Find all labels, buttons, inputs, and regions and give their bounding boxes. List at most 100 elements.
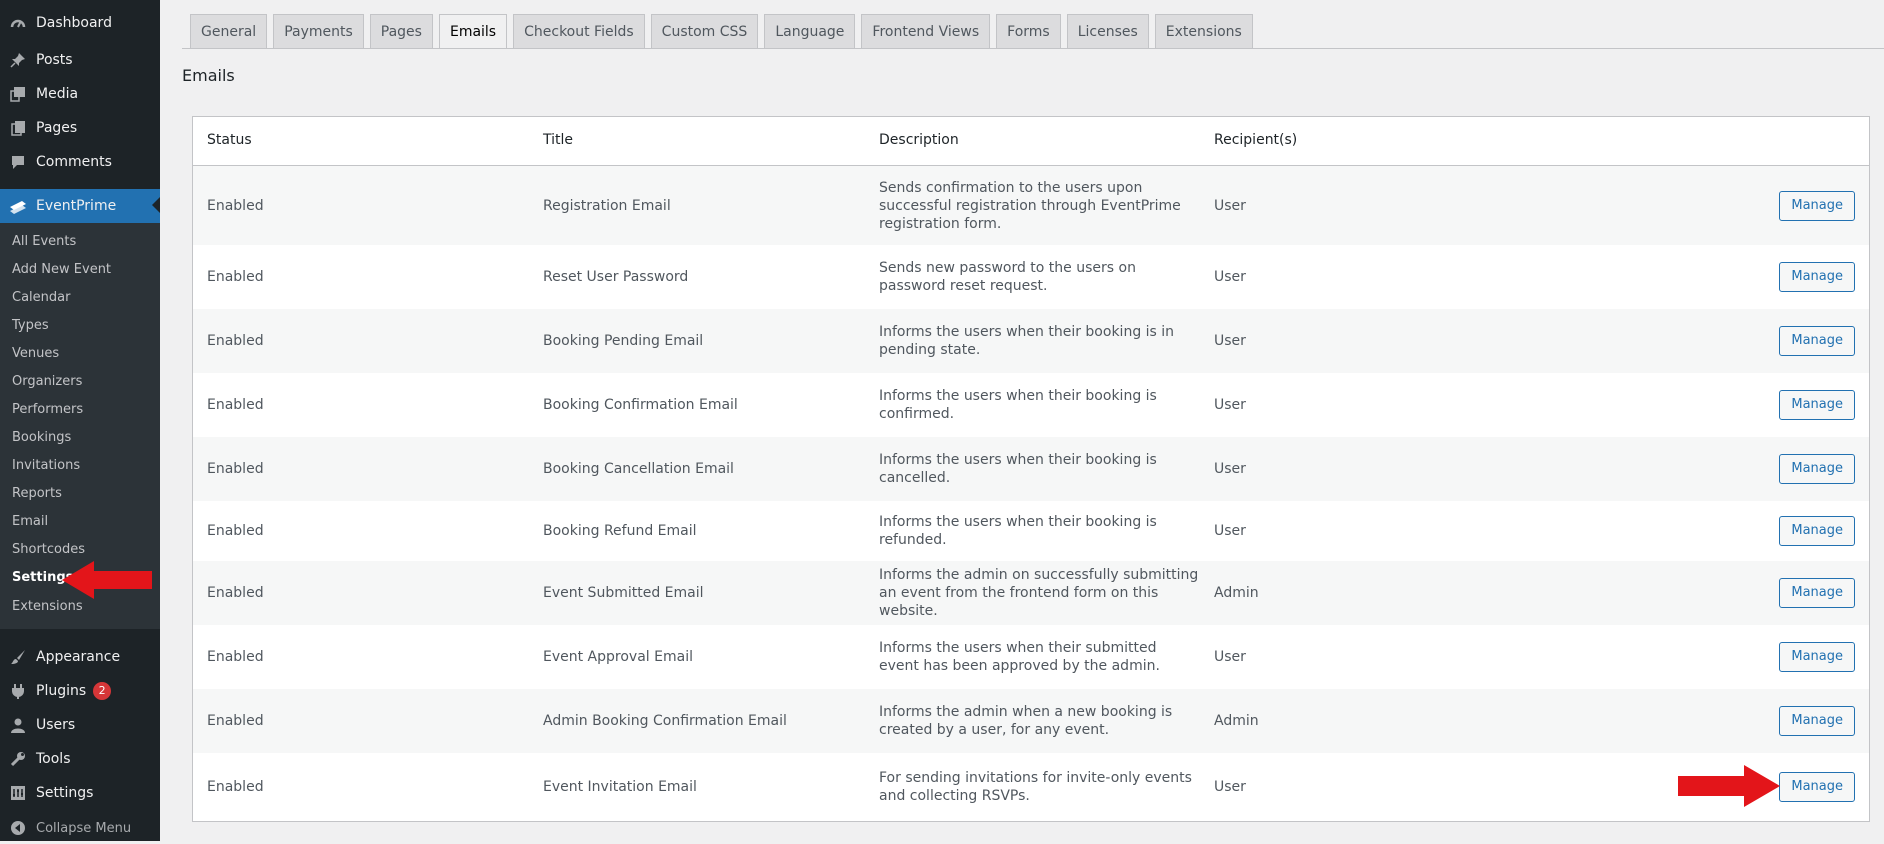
sidebar-item-plugins[interactable]: Plugins 2	[0, 675, 160, 707]
sidebar-item-label: Posts	[36, 52, 73, 68]
status-cell: Enabled	[207, 197, 264, 214]
description-cell: Informs the users when their booking is …	[879, 514, 1157, 548]
manage-button[interactable]: Manage	[1779, 772, 1855, 802]
column-header-description: Description	[879, 132, 959, 148]
description-cell: Informs the admin when a new booking is …	[879, 704, 1173, 738]
submenu-item-reports[interactable]: Reports	[12, 486, 62, 501]
tab-language[interactable]: Language	[764, 14, 856, 48]
table-row: Enabled Event Submitted Email Informs th…	[193, 561, 1869, 625]
column-header-recipients: Recipient(s)	[1214, 132, 1298, 148]
title-cell: Event Invitation Email	[543, 779, 697, 795]
title-cell: Booking Confirmation Email	[543, 397, 738, 413]
recipient-cell: User	[1214, 649, 1246, 665]
table-row: Enabled Admin Booking Confirmation Email…	[193, 689, 1869, 753]
status-cell: Enabled	[207, 585, 264, 601]
tab-payments[interactable]: Payments	[273, 14, 364, 48]
tab-custom-css[interactable]: Custom CSS	[650, 14, 759, 48]
status-cell: Enabled	[207, 649, 264, 665]
sidebar-item-users[interactable]: Users	[0, 709, 160, 741]
manage-button[interactable]: Manage	[1779, 190, 1855, 221]
sidebar-item-label: Pages	[36, 120, 78, 136]
page-title: Emails	[182, 66, 235, 85]
annotation-arrow-left-icon	[62, 561, 152, 599]
sidebar-item-posts[interactable]: Posts	[0, 44, 160, 76]
table-row: Enabled Booking Pending Email Informs th…	[193, 309, 1869, 373]
tabs-divider	[182, 48, 1884, 49]
title-cell: Admin Booking Confirmation Email	[543, 713, 787, 729]
recipient-cell: User	[1214, 269, 1246, 285]
tab-forms[interactable]: Forms	[996, 14, 1061, 48]
description-cell: Sends new password to the users on passw…	[879, 260, 1136, 294]
description-cell: Informs the users when their booking is …	[879, 388, 1157, 422]
sidebar-item-appearance[interactable]: Appearance	[0, 641, 160, 673]
status-cell: Enabled	[207, 713, 264, 729]
manage-button[interactable]: Manage	[1779, 578, 1855, 608]
submenu-item-all-events[interactable]: All Events	[12, 234, 76, 249]
description-cell: Informs the users when their booking is …	[879, 324, 1175, 358]
submenu-item-bookings[interactable]: Bookings	[12, 430, 71, 445]
status-cell: Enabled	[207, 269, 264, 285]
settings-icon	[8, 783, 28, 803]
sidebar-item-tools[interactable]: Tools	[0, 743, 160, 775]
table-row: Enabled Event Approval Email Informs the…	[193, 625, 1869, 689]
tab-checkout-fields[interactable]: Checkout Fields	[513, 14, 645, 48]
description-cell: Informs the users when their booking is …	[879, 452, 1157, 486]
sidebar-item-settings[interactable]: Settings	[0, 777, 160, 809]
email-settings-table: Status Title Description Recipient(s) En…	[192, 116, 1870, 822]
table-row: Enabled Event Invitation Email For sendi…	[193, 753, 1869, 821]
recipient-cell: Admin	[1214, 585, 1259, 601]
title-cell: Booking Cancellation Email	[543, 461, 734, 477]
table-header: Status Title Description Recipient(s)	[193, 117, 1869, 166]
submenu-item-venues[interactable]: Venues	[12, 346, 59, 361]
manage-button[interactable]: Manage	[1779, 642, 1855, 672]
title-cell: Event Approval Email	[543, 649, 693, 665]
tab-extensions[interactable]: Extensions	[1154, 14, 1253, 48]
sidebar-item-media[interactable]: Media	[0, 78, 160, 110]
manage-button[interactable]: Manage	[1779, 326, 1855, 356]
column-header-title: Title	[543, 132, 574, 148]
tab-pages[interactable]: Pages	[369, 14, 433, 48]
title-cell: Event Submitted Email	[543, 585, 704, 601]
submenu-item-invitations[interactable]: Invitations	[12, 458, 80, 473]
submenu-item-shortcodes[interactable]: Shortcodes	[12, 542, 85, 557]
manage-button[interactable]: Manage	[1779, 262, 1855, 292]
tab-emails[interactable]: Emails	[438, 14, 508, 49]
settings-tabs: General Payments Pages Emails Checkout F…	[190, 14, 1259, 49]
paintbrush-icon	[8, 647, 28, 667]
recipient-cell: User	[1214, 333, 1246, 349]
status-cell: Enabled	[207, 779, 264, 795]
sidebar-item-dashboard[interactable]: Dashboard	[0, 7, 160, 39]
submenu-item-organizers[interactable]: Organizers	[12, 374, 82, 389]
submenu-item-calendar[interactable]: Calendar	[12, 290, 70, 305]
table-row: Enabled Booking Cancellation Email Infor…	[193, 437, 1869, 501]
submenu-item-add-new-event[interactable]: Add New Event	[12, 262, 111, 277]
sidebar-item-label: Dashboard	[36, 15, 112, 31]
submenu-item-types[interactable]: Types	[12, 318, 49, 333]
sidebar-item-label: EventPrime	[36, 198, 117, 214]
description-cell: Informs the admin on successfully submit…	[879, 567, 1199, 619]
submenu-item-extensions[interactable]: Extensions	[12, 599, 83, 614]
users-icon	[8, 715, 28, 735]
manage-button[interactable]: Manage	[1779, 706, 1855, 736]
status-cell: Enabled	[207, 461, 264, 477]
sidebar-item-eventprime[interactable]: EventPrime	[0, 189, 160, 223]
submenu-item-performers[interactable]: Performers	[12, 402, 83, 417]
description-cell: Sends confirmation to the users upon suc…	[879, 179, 1181, 232]
description-cell: For sending invitations for invite-only …	[879, 770, 1192, 804]
manage-button[interactable]: Manage	[1779, 390, 1855, 420]
tab-frontend-views[interactable]: Frontend Views	[861, 14, 991, 48]
sidebar-item-comments[interactable]: Comments	[0, 146, 160, 178]
pushpin-icon	[8, 50, 28, 70]
recipient-cell: User	[1214, 523, 1246, 539]
recipient-cell: User	[1214, 397, 1246, 413]
manage-button[interactable]: Manage	[1779, 454, 1855, 484]
status-cell: Enabled	[207, 333, 264, 349]
tab-licenses[interactable]: Licenses	[1066, 14, 1149, 48]
collapse-menu-button[interactable]: Collapse Menu	[0, 812, 160, 844]
tab-general[interactable]: General	[190, 14, 268, 48]
tools-icon	[8, 749, 28, 769]
manage-button[interactable]: Manage	[1779, 516, 1855, 546]
sidebar-item-pages[interactable]: Pages	[0, 112, 160, 144]
submenu-item-email[interactable]: Email	[12, 514, 48, 529]
sidebar-item-label: Media	[36, 86, 79, 102]
